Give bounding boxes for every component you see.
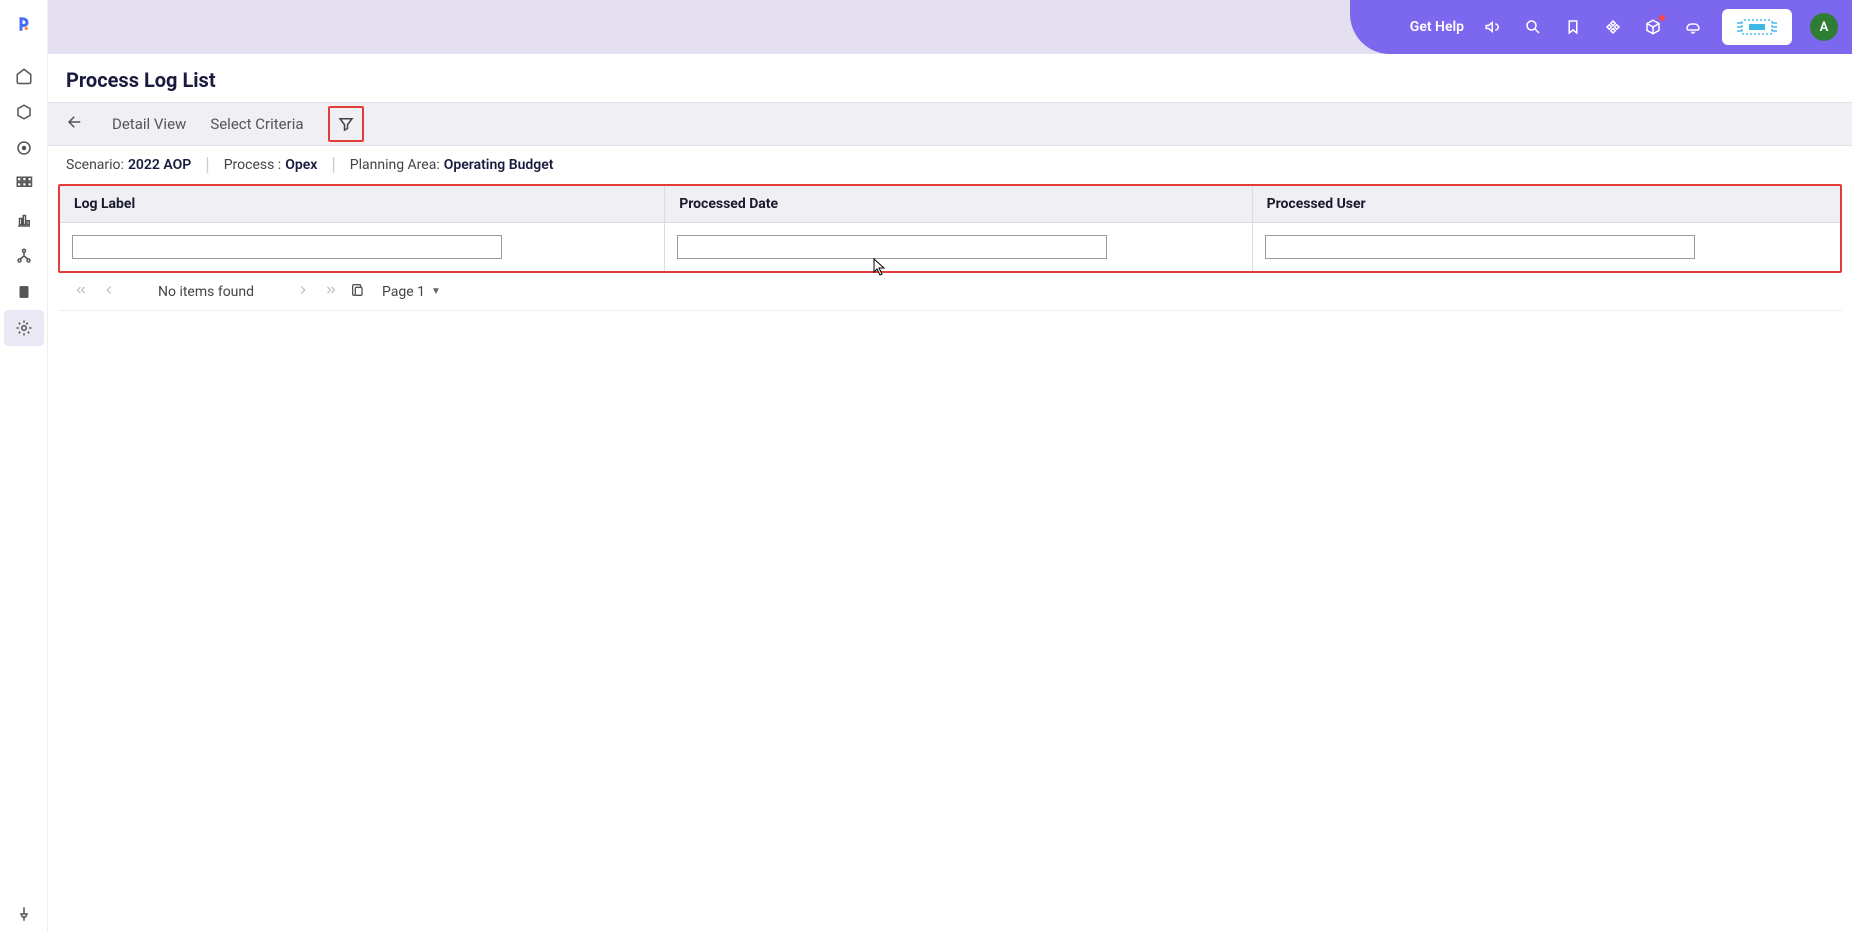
bookmark-icon[interactable]	[1562, 16, 1584, 38]
filter-panel: Log Label Processed Date Processed User	[58, 184, 1842, 273]
cube-icon[interactable]	[1642, 16, 1664, 38]
log-label-input[interactable]	[72, 235, 502, 259]
process-label: Process :	[224, 157, 282, 173]
separator: |	[205, 156, 209, 174]
processed-date-input[interactable]	[677, 235, 1107, 259]
pin-icon[interactable]	[4, 896, 44, 932]
detail-view-link[interactable]: Detail View	[112, 115, 186, 133]
bell-icon[interactable]	[1682, 16, 1704, 38]
process-value: Opex	[285, 157, 317, 173]
page-prev-icon[interactable]	[100, 281, 118, 303]
log-label-header: Log Label	[60, 186, 664, 223]
settings-icon[interactable]	[4, 310, 44, 346]
back-button[interactable]	[62, 109, 88, 139]
target-icon[interactable]	[4, 130, 44, 166]
planning-area-value: Operating Budget	[444, 157, 554, 173]
page-last-icon[interactable]	[322, 281, 340, 303]
package-icon[interactable]	[4, 94, 44, 130]
toolbar: Detail View Select Criteria	[48, 102, 1852, 146]
separator: |	[331, 156, 335, 174]
page-first-icon[interactable]	[72, 281, 90, 303]
copy-icon[interactable]	[350, 282, 366, 302]
planning-area-label: Planning Area:	[350, 157, 440, 173]
breadcrumb: Scenario: 2022 AOP | Process : Opex | Pl…	[48, 146, 1852, 184]
processed-user-input[interactable]	[1265, 235, 1695, 259]
processed-user-header: Processed User	[1253, 186, 1840, 223]
notification-dot	[1659, 15, 1665, 21]
app-logo	[10, 10, 38, 38]
grid-icon[interactable]	[4, 166, 44, 202]
get-help-link[interactable]: Get Help	[1410, 19, 1464, 35]
scenario-label: Scenario:	[66, 157, 124, 173]
filter-button[interactable]	[328, 106, 364, 142]
processed-date-header: Processed Date	[665, 186, 1251, 223]
page-next-icon[interactable]	[294, 281, 312, 303]
clipboard-icon[interactable]	[4, 274, 44, 310]
search-icon[interactable]	[1522, 16, 1544, 38]
chevron-down-icon: ▼	[431, 286, 441, 297]
chart-icon[interactable]	[4, 202, 44, 238]
page-indicator[interactable]: Page 1 ▼	[382, 284, 441, 300]
select-criteria-link[interactable]: Select Criteria	[210, 115, 303, 133]
hierarchy-icon[interactable]	[4, 238, 44, 274]
scenario-value: 2022 AOP	[128, 157, 191, 173]
page-title: Process Log List	[48, 54, 1852, 102]
left-sidebar	[0, 0, 48, 932]
home-icon[interactable]	[4, 58, 44, 94]
top-header: Get Help A	[48, 0, 1852, 54]
crosshair-icon[interactable]	[1602, 16, 1624, 38]
user-avatar[interactable]: A	[1810, 13, 1838, 41]
pager-status: No items found	[158, 284, 254, 300]
hardware-chip-widget[interactable]	[1722, 9, 1792, 45]
announce-icon[interactable]	[1482, 16, 1504, 38]
pagination-bar: No items found Page 1 ▼	[58, 273, 1842, 311]
